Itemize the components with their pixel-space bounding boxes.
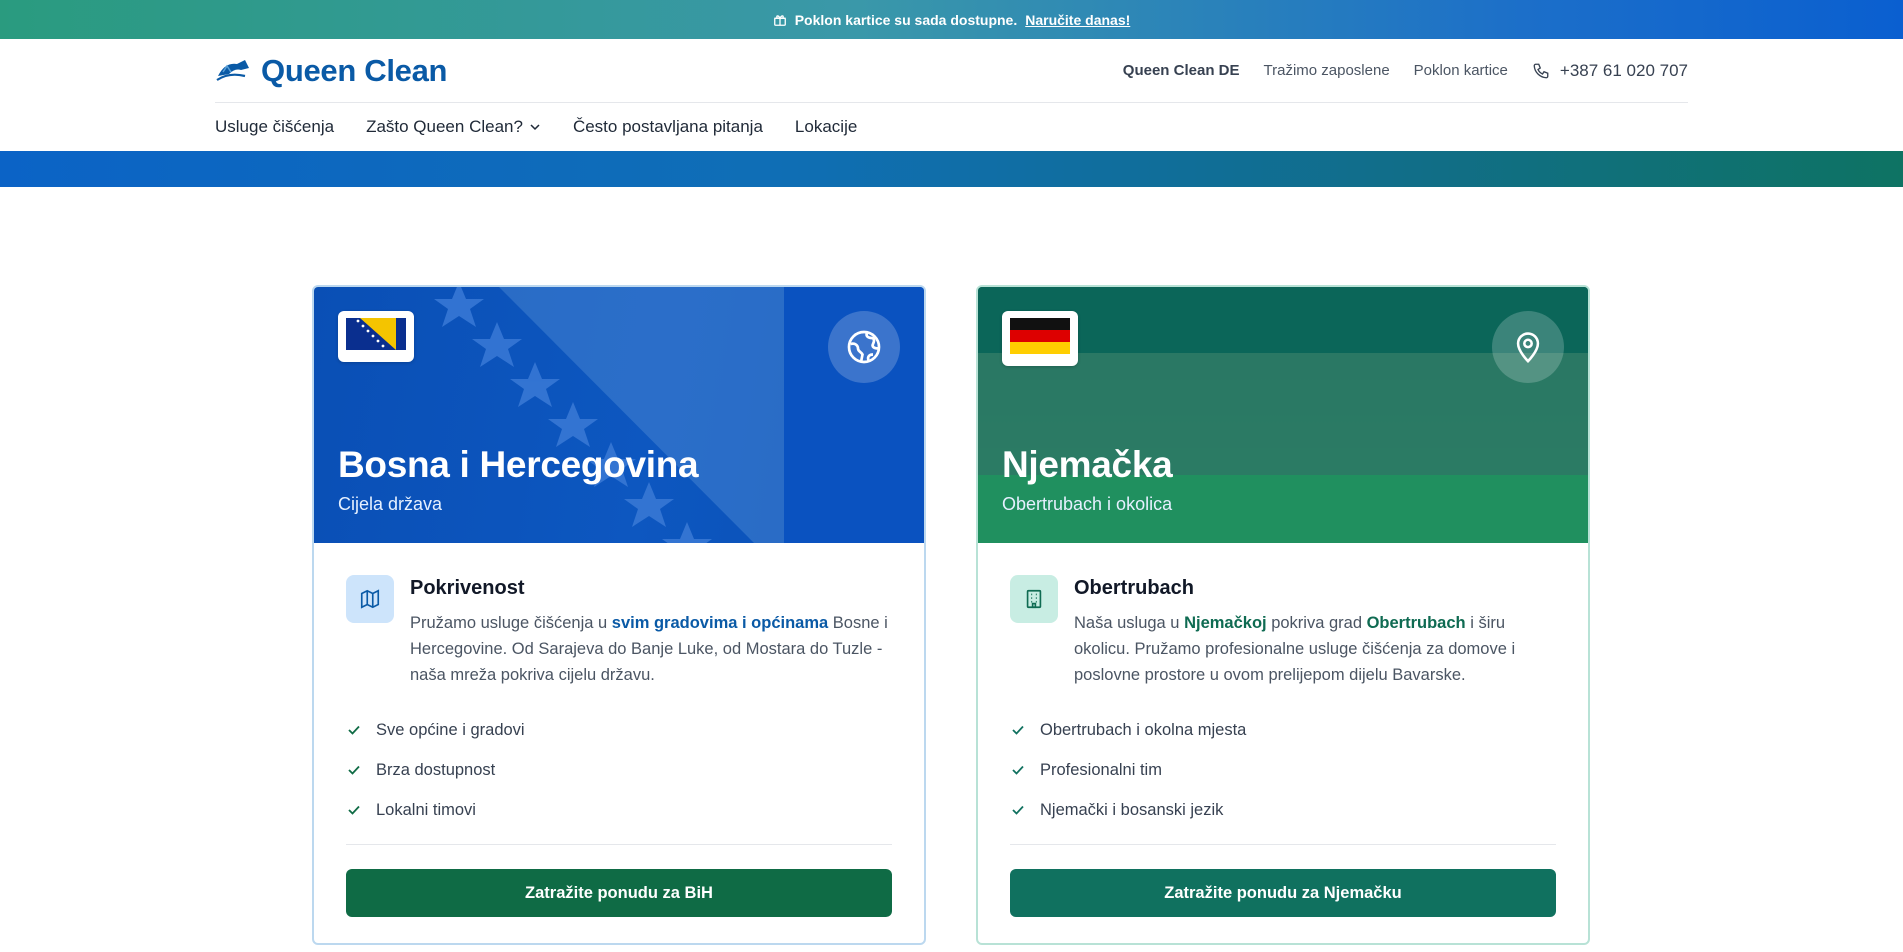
- gift-icon: [773, 14, 786, 26]
- germany-flag-badge: [1002, 311, 1078, 366]
- logo-icon: [216, 59, 249, 81]
- desc-text: pokriva grad: [1266, 614, 1367, 632]
- germany-flag-icon: [1010, 318, 1070, 354]
- card-germany-feature: Obertrubach Naša usluga u Njemačkoj pokr…: [1010, 575, 1556, 688]
- check-icon: [1012, 765, 1024, 775]
- nav-item-locations[interactable]: Lokacije: [795, 117, 857, 137]
- list-item: Sve općine i gradovi: [346, 710, 892, 750]
- logo-text: Queen Clean: [261, 52, 448, 88]
- divider: [1010, 844, 1556, 845]
- nav-item-faq[interactable]: Često postavljana pitanja: [573, 117, 763, 137]
- list-item-label: Lokalni timovi: [376, 800, 476, 819]
- logo[interactable]: Queen Clean: [215, 52, 448, 89]
- list-item: Brza dostupnost: [346, 750, 892, 790]
- check-icon: [348, 765, 360, 775]
- list-item-label: Njemački i bosanski jezik: [1040, 800, 1224, 819]
- list-item: Lokalni timovi: [346, 790, 892, 830]
- main-nav: Usluge čišćenja Zašto Queen Clean? Često…: [215, 103, 1688, 151]
- announcement-link[interactable]: Naručite danas!: [1025, 12, 1130, 28]
- location-pin-icon: [1516, 332, 1540, 363]
- card-bih-checklist: Sve općine i gradovi Brza dostupnost Lok…: [346, 710, 892, 830]
- desc-highlight: Njemačkoj: [1184, 614, 1267, 632]
- list-item-label: Obertrubach i okolna mjesta: [1040, 720, 1247, 739]
- globe-icon: [847, 330, 881, 364]
- card-germany-subtitle: Obertrubach i okolica: [1002, 494, 1173, 514]
- card-germany-feature-title: Obertrubach: [1074, 577, 1195, 599]
- card-germany-body: Obertrubach Naša usluga u Njemačkoj pokr…: [978, 543, 1588, 917]
- map-icon-badge: [346, 575, 394, 623]
- card-germany-feature-desc: Naša usluga u Njemačkoj pokriva grad Obe…: [1074, 610, 1556, 688]
- list-item: Njemački i bosanski jezik: [1010, 790, 1556, 830]
- nav-item-services[interactable]: Usluge čišćenja: [215, 117, 334, 137]
- building-icon: [1026, 589, 1042, 609]
- card-germany-title: Njemačka: [1002, 444, 1173, 485]
- card-bih-title: Bosna i Hercegovina: [338, 444, 699, 485]
- check-icon: [348, 725, 360, 735]
- card-germany: Njemačka Obertrubach i okolica Obertruba…: [976, 285, 1590, 945]
- request-quote-bih-button[interactable]: Zatražite ponudu za BiH: [346, 869, 892, 917]
- list-item: Obertrubach i okolna mjesta: [1010, 710, 1556, 750]
- card-germany-checklist: Obertrubach i okolna mjesta Profesionaln…: [1010, 710, 1556, 830]
- card-bih-feature-desc: Pružamo usluge čišćenja u svim gradovima…: [410, 610, 892, 688]
- bih-flag-icon: [346, 318, 406, 350]
- check-icon: [348, 805, 360, 815]
- card-bih: Bosna i Hercegovina Cijela država Pokriv…: [312, 285, 926, 945]
- divider: [346, 844, 892, 845]
- nav-item-why-label: Zašto Queen Clean?: [366, 117, 523, 136]
- link-queen-clean-de[interactable]: Queen Clean DE: [1123, 62, 1240, 79]
- card-bih-feature: Pokrivenost Pružamo usluge čišćenja u sv…: [346, 575, 892, 688]
- bih-flag-badge: [338, 311, 414, 362]
- link-gift-cards[interactable]: Poklon kartice: [1414, 62, 1508, 79]
- desc-text: Pružamo usluge čišćenja u: [410, 614, 612, 632]
- request-quote-germany-button[interactable]: Zatražite ponudu za Njemačku: [1010, 869, 1556, 917]
- globe-icon-badge: [828, 311, 900, 383]
- location-pin-icon-badge: [1492, 311, 1564, 383]
- announcement-bar: Poklon kartice su sada dostupne. Naručit…: [0, 0, 1903, 39]
- desc-highlight: svim gradovima i općinama: [611, 614, 829, 632]
- site-header: Queen Clean Queen Clean DE Tražimo zapos…: [215, 39, 1688, 103]
- desc-text: Naša usluga u: [1074, 614, 1185, 632]
- card-germany-hero: Njemačka Obertrubach i okolica: [978, 287, 1588, 543]
- card-bih-body: Pokrivenost Pružamo usluge čišćenja u sv…: [314, 543, 924, 917]
- phone-link[interactable]: +387 61 020 707: [1532, 61, 1688, 81]
- header-links: Queen Clean DE Tražimo zaposlene Poklon …: [1123, 61, 1688, 81]
- list-item-label: Profesionalni tim: [1040, 760, 1162, 779]
- hero-band: [0, 151, 1903, 187]
- location-cards: Bosna i Hercegovina Cijela država Pokriv…: [312, 285, 1590, 945]
- check-icon: [1012, 725, 1024, 735]
- list-item: Profesionalni tim: [1010, 750, 1556, 790]
- card-bih-subtitle: Cijela država: [338, 494, 443, 514]
- phone-number: +387 61 020 707: [1559, 60, 1688, 80]
- chevron-down-icon: [530, 124, 540, 131]
- building-icon-badge: [1010, 575, 1058, 623]
- list-item-label: Sve općine i gradovi: [376, 720, 525, 739]
- desc-highlight: Obertrubach: [1366, 614, 1466, 632]
- map-icon: [360, 589, 380, 609]
- card-bih-hero: Bosna i Hercegovina Cijela država: [314, 287, 924, 543]
- link-jobs[interactable]: Tražimo zaposlene: [1264, 62, 1390, 79]
- check-icon: [1012, 805, 1024, 815]
- list-item-label: Brza dostupnost: [376, 760, 496, 779]
- nav-item-why[interactable]: Zašto Queen Clean?: [366, 117, 541, 137]
- announcement-text: Poklon kartice su sada dostupne.: [794, 11, 1018, 28]
- card-bih-feature-title: Pokrivenost: [410, 577, 525, 599]
- phone-icon: [1533, 63, 1549, 78]
